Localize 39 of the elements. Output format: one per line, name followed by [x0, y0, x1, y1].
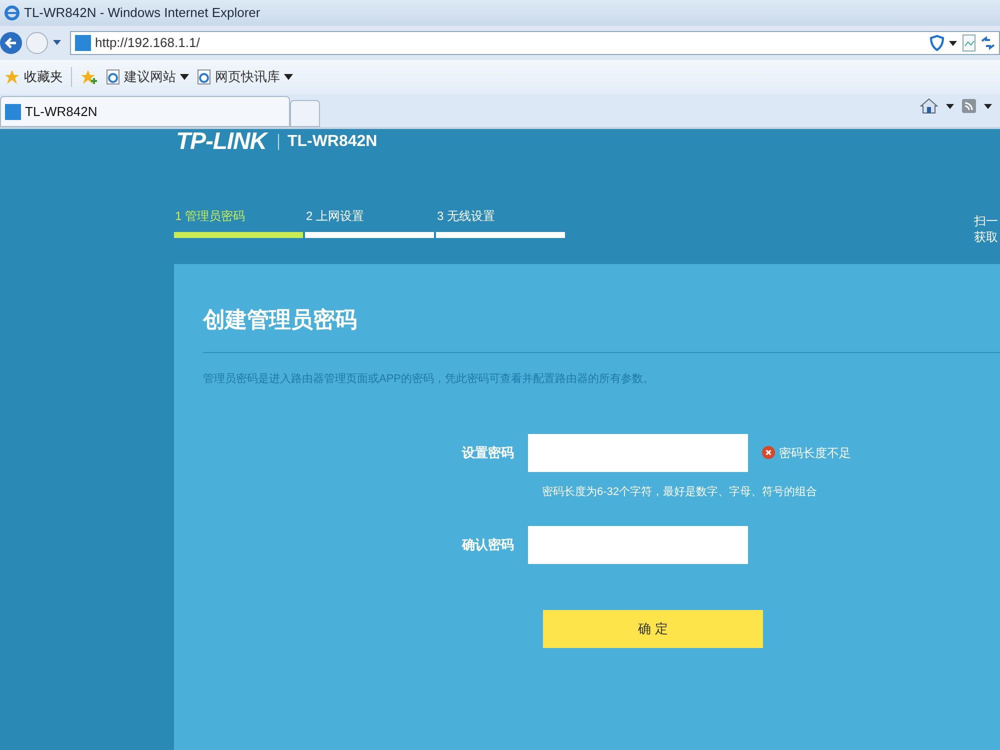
home-icon[interactable]	[920, 98, 938, 114]
caret-icon[interactable]	[949, 40, 957, 46]
password-field[interactable]	[528, 526, 748, 564]
caret-icon	[284, 74, 293, 80]
field-label: 设置密码	[460, 444, 515, 462]
back-button[interactable]	[0, 32, 22, 54]
field-label: 确认密码	[460, 536, 515, 554]
side-note-text: 扫一	[974, 213, 999, 229]
side-note-text: 获取	[974, 229, 999, 245]
address-field[interactable]: http://192.168.1.1/	[70, 31, 1000, 55]
caret-icon	[180, 74, 189, 80]
confirm-button[interactable]: 确 定	[543, 610, 763, 648]
favorites-link[interactable]: 网页快讯库	[197, 67, 293, 87]
refresh-icon[interactable]	[981, 36, 995, 50]
site-favicon-icon	[75, 35, 91, 51]
step-tab[interactable]: 3 无线设置	[436, 209, 567, 238]
shield-icon[interactable]	[929, 35, 945, 51]
page-title: 创建管理员密码	[203, 306, 358, 334]
caret-icon[interactable]	[984, 104, 992, 108]
hint-text: 密码长度为6-32个字符，最好是数字、字母、符号的组合	[542, 484, 818, 500]
arrow-icon	[4, 36, 18, 50]
browser-logo-icon	[4, 5, 20, 21]
window-title: TL-WR842N - Windows Internet Explorer	[24, 4, 260, 22]
step-tab[interactable]: 2 上网设置	[305, 209, 436, 238]
password-field[interactable]	[528, 434, 748, 472]
page-icon	[197, 69, 211, 85]
feed-icon[interactable]	[962, 99, 976, 113]
add-favorite-icon[interactable]	[80, 69, 98, 85]
model-name: TL-WR842N	[287, 132, 378, 152]
page-icon	[106, 69, 120, 85]
favorites-link[interactable]: 建议网站	[106, 67, 189, 87]
star-icon[interactable]	[4, 69, 20, 85]
browser-tab[interactable]: TL-WR842N	[0, 96, 290, 127]
caret-icon[interactable]	[946, 104, 954, 108]
brand-logo: TP-LINK	[176, 129, 266, 157]
error-message: 密码长度不足	[779, 444, 851, 462]
url-text: http://192.168.1.1/	[95, 34, 201, 52]
favorites-label[interactable]: 收藏夹	[24, 67, 63, 87]
error-icon	[762, 446, 775, 459]
